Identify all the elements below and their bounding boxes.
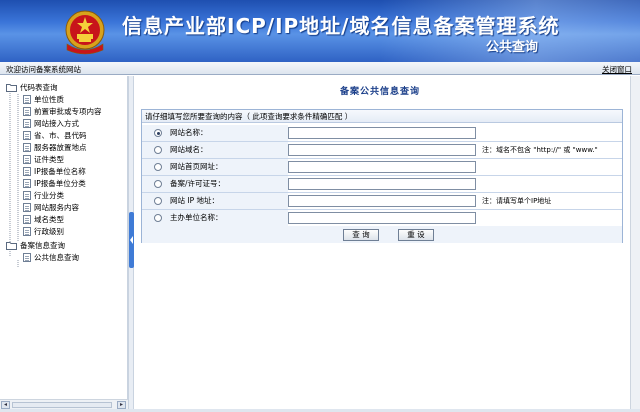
- tree-item-label: 网站接入方式: [34, 119, 79, 128]
- panel-splitter[interactable]: [128, 76, 134, 409]
- banner-title: 信息产业部ICP/IP地址/域名信息备案管理系统: [122, 14, 560, 38]
- page-title: 备案公共信息查询: [339, 87, 420, 97]
- field-label: 网站首页网址：: [168, 159, 288, 175]
- field-input[interactable]: [288, 161, 476, 173]
- form-row: 网站 IP 地址： 注：请填写单个IP地址: [142, 193, 622, 210]
- radio-cell: [142, 193, 168, 209]
- form-button-row: 查 询 重 设: [142, 226, 622, 243]
- radio-cell: [142, 142, 168, 158]
- document-icon: [23, 95, 31, 104]
- tree-group-label: 备案信息查询: [20, 241, 65, 250]
- tree-item-label: 前置审批或专项内容: [34, 107, 102, 116]
- tree-item[interactable]: 省、市、县代码: [23, 130, 87, 141]
- tree-item[interactable]: IP报备单位分类: [23, 178, 86, 189]
- form-row: 网站域名： 注：域名不包含 "http://" 或 "www.": [142, 142, 622, 159]
- reset-button[interactable]: 重 设: [398, 229, 434, 241]
- form-row: 备案/许可证号：: [142, 176, 622, 193]
- tree-item-label: 网站服务内容: [34, 203, 79, 212]
- tree-item-label: 服务器放置地点: [34, 143, 87, 152]
- field-input[interactable]: [288, 127, 476, 139]
- radio-cell: [142, 176, 168, 192]
- tree-item-label: 行政级别: [34, 227, 64, 236]
- document-icon: [23, 191, 31, 200]
- folder-icon: [6, 242, 17, 250]
- field-radio[interactable]: [154, 163, 162, 171]
- tree-item-label: 证件类型: [34, 155, 64, 164]
- query-button[interactable]: 查 询: [343, 229, 379, 241]
- tree-item[interactable]: 行业分类: [23, 190, 64, 201]
- field-input[interactable]: [288, 178, 476, 190]
- main-vertical-scrollbar[interactable]: [630, 76, 640, 409]
- tree-item[interactable]: 网站服务内容: [23, 202, 79, 213]
- radio-cell: [142, 210, 168, 226]
- field-radio[interactable]: [154, 214, 162, 222]
- field-radio[interactable]: [154, 146, 162, 154]
- tree-item[interactable]: 行政级别: [23, 226, 64, 237]
- scroll-thumb[interactable]: [12, 402, 112, 408]
- tree-item-label: 单位性质: [34, 95, 64, 104]
- header-banner: 信息产业部ICP/IP地址/域名信息备案管理系统 公共查询: [0, 0, 640, 62]
- tree-item-label: 行业分类: [34, 191, 64, 200]
- field-note: 注：请填写单个IP地址: [482, 197, 552, 205]
- tree-item-label: IP报备单位名称: [34, 167, 86, 176]
- collapse-panel-icon[interactable]: [129, 212, 134, 268]
- field-label: 网站域名：: [168, 142, 288, 158]
- field-input[interactable]: [288, 144, 476, 156]
- tree-group-label: 代码表查询: [20, 83, 58, 92]
- tree-group-1[interactable]: 备案信息查询: [6, 240, 65, 251]
- document-icon: [23, 167, 31, 176]
- tree-item-label: 域名类型: [34, 215, 64, 224]
- field-radio[interactable]: [154, 129, 162, 137]
- document-icon: [23, 131, 31, 140]
- national-emblem-icon: [65, 10, 105, 55]
- folder-icon: [6, 84, 17, 92]
- tree-item[interactable]: IP报备单位名称: [23, 166, 86, 177]
- document-icon: [23, 179, 31, 188]
- field-label: 主办单位名称：: [168, 210, 288, 226]
- close-window-link[interactable]: 关闭窗口: [602, 64, 632, 75]
- form-hint: 请仔细填写您所要查询的内容（ 此项查询要求条件精确匹配 ）: [142, 110, 622, 123]
- tree-item[interactable]: 前置审批或专项内容: [23, 106, 102, 117]
- field-label: 网站 IP 地址：: [168, 193, 288, 209]
- main-content: 备案公共信息查询 请仔细填写您所要查询的内容（ 此项查询要求条件精确匹配 ） 网…: [135, 76, 640, 409]
- tree-item[interactable]: 公共信息查询: [23, 252, 79, 263]
- document-icon: [23, 215, 31, 224]
- tree-horizontal-scrollbar[interactable]: ◂ ▸: [0, 399, 128, 409]
- form-row: 网站名称：: [142, 125, 622, 142]
- field-note: 注：域名不包含 "http://" 或 "www.": [482, 146, 598, 154]
- radio-cell: [142, 125, 168, 141]
- form-row: 主办单位名称：: [142, 210, 622, 227]
- document-icon: [23, 253, 31, 262]
- document-icon: [23, 203, 31, 212]
- status-bar: 欢迎访问备案系统网站 关闭窗口: [0, 62, 640, 75]
- code-tree-panel: 代码表查询单位性质前置审批或专项内容 网站接入方式 省、市、县代码 服务器放置地点 证件…: [0, 76, 128, 399]
- document-icon: [23, 143, 31, 152]
- field-radio[interactable]: [154, 180, 162, 188]
- document-icon: [23, 155, 31, 164]
- scroll-left-icon[interactable]: ◂: [1, 401, 10, 409]
- tree-item[interactable]: 网站接入方式: [23, 118, 79, 129]
- tree-item-label: IP报备单位分类: [34, 179, 86, 188]
- form-row: 网站首页网址：: [142, 159, 622, 176]
- document-icon: [23, 227, 31, 236]
- tree-group-0[interactable]: 代码表查询: [6, 82, 58, 93]
- tree-item[interactable]: 单位性质: [23, 94, 64, 105]
- tree-item[interactable]: 域名类型: [23, 214, 64, 225]
- radio-cell: [142, 159, 168, 175]
- document-icon: [23, 119, 31, 128]
- tree-item[interactable]: 服务器放置地点: [23, 142, 87, 153]
- field-radio[interactable]: [154, 197, 162, 205]
- welcome-text: 欢迎访问备案系统网站: [6, 65, 81, 74]
- document-icon: [23, 107, 31, 116]
- tree-item[interactable]: 证件类型: [23, 154, 64, 165]
- query-form: 请仔细填写您所要查询的内容（ 此项查询要求条件精确匹配 ） 网站名称： 网站域名：…: [141, 109, 623, 243]
- tree-item-label: 省、市、县代码: [34, 131, 87, 140]
- field-label: 备案/许可证号：: [168, 176, 288, 192]
- field-input[interactable]: [288, 212, 476, 224]
- field-label: 网站名称：: [168, 125, 288, 141]
- tree-item-label: 公共信息查询: [34, 253, 79, 262]
- field-input[interactable]: [288, 195, 476, 207]
- scroll-right-icon[interactable]: ▸: [117, 401, 126, 409]
- banner-subtitle: 公共查询: [486, 40, 539, 55]
